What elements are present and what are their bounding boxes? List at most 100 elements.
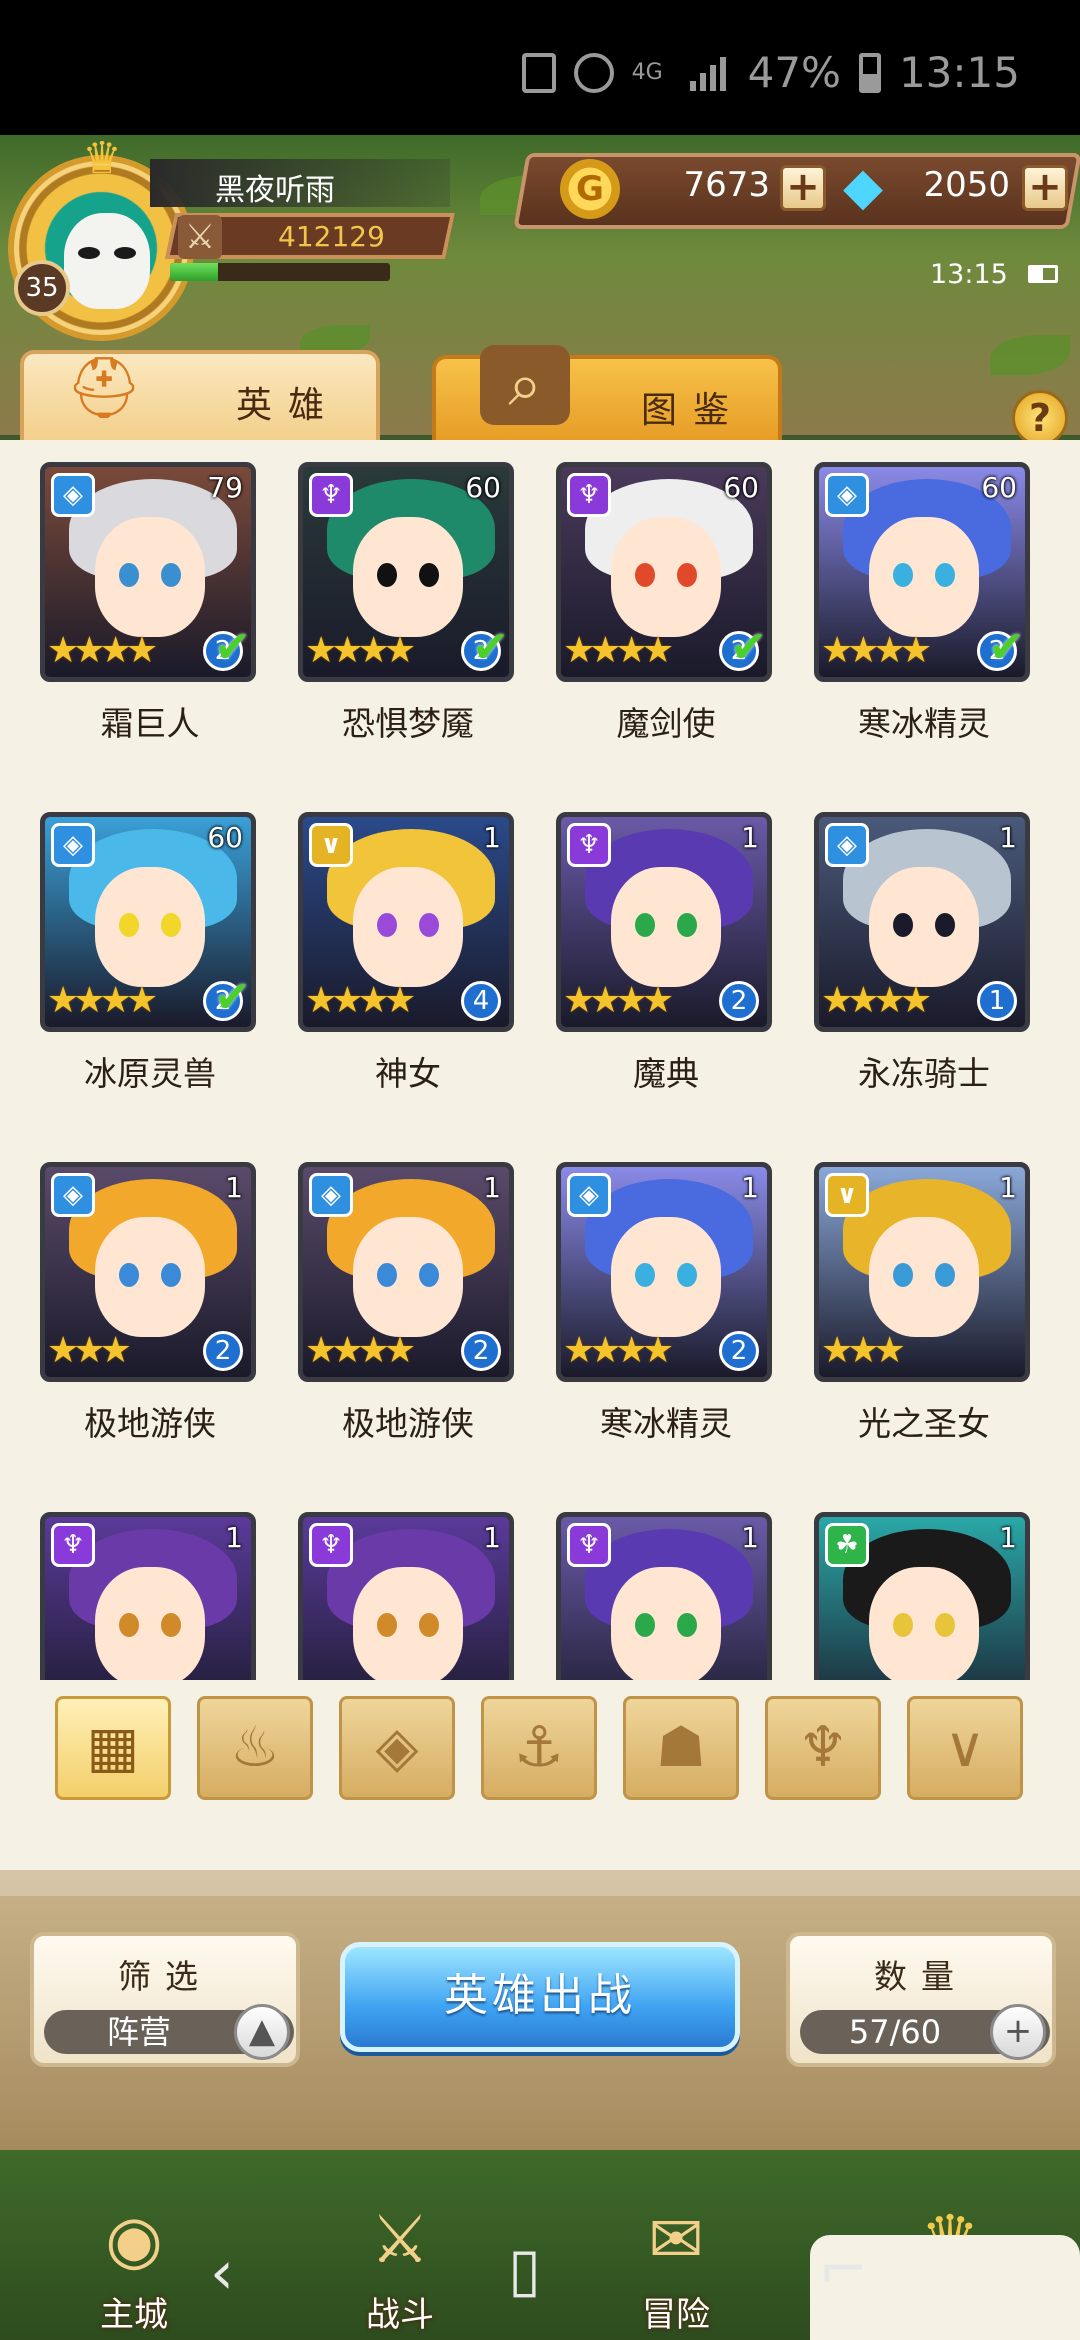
light-faction-icon: ∨ (825, 1173, 869, 1217)
water-faction-icon: ◈ (309, 1173, 353, 1217)
hero-name: 魔典 (633, 1054, 699, 1093)
water-faction-icon: ◈ (51, 823, 95, 867)
hero-card[interactable]: ♆ 60 ★★★★ 2 ✔ (298, 462, 514, 682)
expand-capacity-button[interactable]: + (990, 2004, 1046, 2060)
hero-card[interactable]: ☘ 1 (814, 1512, 1030, 1690)
hero-level: 60 (207, 821, 243, 854)
hero-card[interactable]: ◈ 60 ★★★★ 2 ✔ (814, 462, 1030, 682)
star-rating: ★★★★ (821, 630, 932, 671)
tab-codex[interactable]: ⌕ 图鉴 (432, 345, 782, 447)
help-button[interactable]: ? (1012, 390, 1068, 446)
hero-level: 1 (483, 821, 501, 854)
nav-item-swords[interactable]: ⚔ 战斗 (300, 2190, 500, 2340)
hero-card[interactable]: ◈ 1 ★★★★ 1 (814, 812, 1030, 1032)
dark-faction-icon: ♆ (309, 1523, 353, 1567)
hero-card[interactable]: ◈ 1 ★★★ 2 (40, 1162, 256, 1382)
anchor-faction-icon[interactable]: ⚓ (481, 1696, 597, 1800)
exp-bar-fill (170, 263, 219, 281)
star-rating: ★★★★ (305, 980, 416, 1021)
system-home-icon[interactable]: ⌐ (818, 2235, 868, 2305)
hero-level: 1 (483, 1171, 501, 1204)
hero-portrait (869, 867, 979, 987)
in-game-clock: 13:15 (930, 259, 1008, 290)
deployed-check-icon: ✔ (730, 622, 767, 673)
hero-name: 神女 (375, 1054, 441, 1093)
hero-rank-badge: 2 (719, 981, 759, 1021)
beast-faction-icon[interactable]: ☗ (623, 1696, 739, 1800)
hero-card[interactable]: ♆ 60 ★★★★ 2 ✔ (556, 462, 772, 682)
hero-portrait (611, 867, 721, 987)
grid-icon[interactable]: ▦ (55, 1696, 171, 1800)
hero-level: 1 (741, 821, 759, 854)
hero-card[interactable]: ∨ 1 ★★★ (814, 1162, 1030, 1382)
tab-heroes[interactable]: ⛑ 英雄 (20, 350, 380, 442)
hero-panel: ◈ 79 ★★★★ 2 ✔ 霜巨人 ♆ 60 ★★★★ 2 ✔ 恐惧梦魇 ♆ 60 ★★★★ 2 ✔ 魔剑使 ◈ 60… (0, 440, 1080, 1870)
hero-card[interactable]: ◈ 79 ★★★★ 2 ✔ (40, 462, 256, 682)
chevron-up-icon[interactable]: ▲ (234, 2004, 290, 2060)
star-rating: ★★★★ (563, 1330, 674, 1371)
hero-rank-badge: 2 (203, 1331, 243, 1371)
player-level-badge: 35 (14, 260, 70, 316)
battery-icon (858, 52, 881, 93)
add-gold-button[interactable]: + (780, 165, 826, 211)
star-rating: ★★★ (821, 1330, 906, 1371)
hero-level: 1 (225, 1171, 243, 1204)
hero-rank-badge: 1 (977, 981, 1017, 1021)
hero-name: 极地游侠 (342, 1404, 474, 1443)
dark-faction-icon: ♆ (309, 473, 353, 517)
dark-faction-icon[interactable]: ♆ (765, 1696, 881, 1800)
hero-level: 60 (981, 471, 1017, 504)
hero-card[interactable]: ◈ 1 ★★★★ 2 (556, 1162, 772, 1382)
deployed-check-icon: ✔ (988, 622, 1025, 673)
star-rating: ★★★★ (821, 980, 932, 1021)
nav-item-city[interactable]: ◉ 主城 (34, 2190, 234, 2340)
water-faction-icon: ◈ (825, 473, 869, 517)
nav-item-map-scroll[interactable]: ✉ 冒险 (576, 2190, 776, 2340)
deploy-heroes-button[interactable]: 英雄出战 (340, 1942, 740, 2052)
hero-name: 魔剑使 (616, 704, 716, 743)
dark-faction-icon: ♆ (567, 1523, 611, 1567)
hero-portrait (869, 1217, 979, 1337)
water-faction-icon[interactable]: ◈ (339, 1696, 455, 1800)
hero-card[interactable]: ∨ 1 ★★★★ 4 (298, 812, 514, 1032)
fire-faction-icon[interactable]: ♨ (197, 1696, 313, 1800)
hero-card[interactable]: ◈ 1 ★★★★ 2 (298, 1162, 514, 1382)
magnifier-icon: ⌕ (480, 345, 570, 425)
hero-rank-badge: 4 (461, 981, 501, 1021)
hero-card[interactable]: ◈ 60 ★★★★ 2 ✔ (40, 812, 256, 1032)
hero-grid[interactable]: ◈ 79 ★★★★ 2 ✔ 霜巨人 ♆ 60 ★★★★ 2 ✔ 恐惧梦魇 ♆ 60 ★★★★ 2 ✔ 魔剑使 ◈ 60… (0, 440, 1080, 1690)
system-recents-icon[interactable]: ▯ (508, 2235, 541, 2305)
hero-portrait (95, 1567, 205, 1687)
hero-card[interactable]: ♆ 1 (40, 1512, 256, 1690)
network-type: 4G (631, 59, 663, 85)
dark-faction-icon: ♆ (51, 1523, 95, 1567)
gem-amount: 2050 (923, 165, 1010, 205)
light-faction-icon: ∨ (309, 823, 353, 867)
device-battery-icon (1028, 265, 1058, 283)
hero-rank-badge: 2 (719, 1331, 759, 1371)
system-back-icon[interactable]: ‹ (210, 2238, 234, 2308)
tab-codex-label: 图鉴 (641, 390, 746, 431)
tab-heroes-label: 英雄 (236, 385, 341, 426)
hero-portrait (353, 1217, 463, 1337)
star-rating: ★★★★ (563, 630, 674, 671)
crown-icon: ♛ (82, 133, 122, 184)
gold-coin-icon: G (560, 159, 620, 219)
hero-card[interactable]: ♆ 1 (556, 1512, 772, 1690)
add-gems-button[interactable]: + (1022, 165, 1068, 211)
water-faction-icon: ◈ (51, 473, 95, 517)
count-title: 数量 (874, 1957, 968, 1996)
hero-name: 光之圣女 (858, 1404, 990, 1443)
hero-name: 恐惧梦魇 (342, 704, 474, 743)
hero-level: 79 (207, 471, 243, 504)
hero-portrait (353, 1567, 463, 1687)
deployed-check-icon: ✔ (214, 622, 251, 673)
hero-portrait (95, 517, 205, 637)
hero-rank-badge: 2 (461, 1331, 501, 1371)
water-faction-icon: ◈ (825, 823, 869, 867)
hero-card[interactable]: ♆ 1 ★★★★ 2 (556, 812, 772, 1032)
light-faction-icon[interactable]: ∨ (907, 1696, 1023, 1800)
hero-card[interactable]: ♆ 1 (298, 1512, 514, 1690)
leaf-decoration (990, 335, 1070, 375)
gold-amount: 7673 (683, 165, 770, 205)
